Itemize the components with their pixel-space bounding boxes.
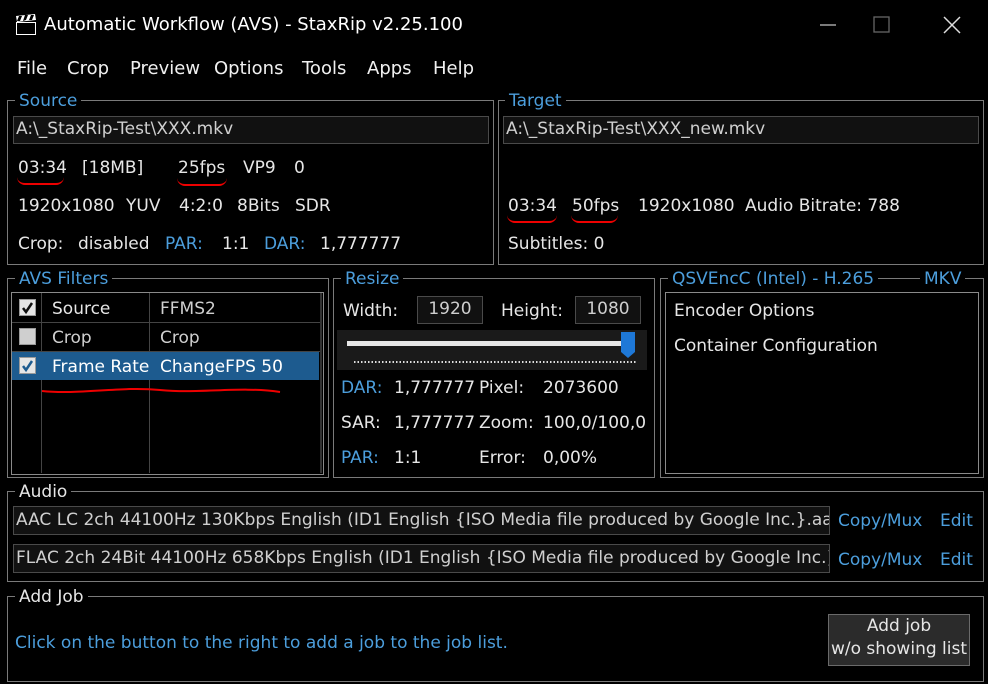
menu-options[interactable]: Options <box>214 58 283 79</box>
encoder-options-link[interactable]: Encoder Options <box>674 301 815 321</box>
target-audio-bitrate: Audio Bitrate: 788 <box>745 196 900 216</box>
pixel-label: Pixel: <box>479 378 525 398</box>
source-bitdepth: 8Bits <box>237 196 280 216</box>
height-label: Height: <box>501 301 563 321</box>
source-par-label[interactable]: PAR: <box>165 234 203 254</box>
target-fps: 50fps <box>572 196 620 216</box>
annotation-underline <box>571 215 618 223</box>
encoder-legend[interactable]: QSVEncC (Intel) - H.265 <box>668 269 879 289</box>
annotation-underline <box>41 387 281 394</box>
close-button[interactable] <box>916 0 976 50</box>
target-duration: 03:34 <box>508 196 557 216</box>
minimize-icon <box>820 24 836 26</box>
audio-track-1-edit[interactable]: Edit <box>940 511 973 531</box>
resize-slider-thumb[interactable] <box>621 332 635 358</box>
add-job-button-line1: Add job <box>866 616 932 636</box>
audio-track-2-mode[interactable]: Copy/Mux <box>838 550 922 570</box>
pixel-value: 2073600 <box>543 378 619 398</box>
source-colorspace: YUV <box>126 196 161 216</box>
audio-track-1-field[interactable]: AAC LC 2ch 44100Hz 130Kbps English (ID1 … <box>13 506 830 535</box>
source-legend[interactable]: Source <box>15 91 82 111</box>
container-configuration-link[interactable]: Container Configuration <box>674 336 878 356</box>
menu-preview[interactable]: Preview <box>130 58 200 79</box>
target-subtitles: Subtitles: 0 <box>508 234 605 254</box>
menu-crop[interactable]: Crop <box>67 58 109 79</box>
target-resolution: 1920x1080 <box>638 196 735 216</box>
source-hdr: SDR <box>295 196 331 216</box>
audio-track-2-field[interactable]: FLAC 2ch 24Bit 44100Hz 658Kbps English (… <box>13 544 830 573</box>
source-dar-label[interactable]: DAR: <box>264 234 305 254</box>
annotation-underline <box>177 178 227 186</box>
close-icon <box>943 16 961 34</box>
filters-row-divider <box>12 322 321 323</box>
maximize-icon <box>873 16 890 33</box>
resize-dar-label[interactable]: DAR: <box>341 378 382 398</box>
source-fps: 25fps <box>178 158 226 178</box>
checkmark-icon <box>22 302 34 315</box>
zoom-label: Zoom: <box>479 413 534 433</box>
filter-value-framerate[interactable]: ChangeFPS 50 <box>160 357 283 377</box>
annotation-underline <box>507 215 557 223</box>
sar-label: SAR: <box>341 413 381 433</box>
menu-apps[interactable]: Apps <box>367 58 412 79</box>
error-value: 0,00% <box>543 448 598 468</box>
source-size: [18MB] <box>82 158 144 178</box>
annotation-underline <box>17 177 64 185</box>
resize-par-label[interactable]: PAR: <box>341 448 379 468</box>
width-label: Width: <box>343 301 399 321</box>
clapperboard-icon <box>14 13 38 37</box>
checkmark-icon <box>22 360 34 373</box>
addjob-legend: Add Job <box>15 587 88 607</box>
filter-checkbox-source[interactable] <box>19 299 36 316</box>
menu-tools[interactable]: Tools <box>302 58 346 79</box>
add-job-button[interactable]: Add job w/o showing list <box>828 614 970 666</box>
source-crop-value: disabled <box>78 234 150 254</box>
filter-value-source[interactable]: FFMS2 <box>160 299 216 319</box>
filter-name-framerate[interactable]: Frame Rate <box>52 357 149 377</box>
minimize-button[interactable] <box>798 0 858 50</box>
source-codec: VP9 <box>243 158 276 178</box>
error-label: Error: <box>479 448 526 468</box>
target-path-field[interactable]: A:\_StaxRip-Test\XXX_new.mkv <box>503 116 979 144</box>
addjob-hint-link[interactable]: Click on the button to the right to add … <box>15 633 508 653</box>
source-chroma: 4:2:0 <box>179 196 223 216</box>
source-duration: 03:34 <box>18 158 67 178</box>
sar-value: 1,777777 <box>394 413 476 433</box>
menu-file[interactable]: File <box>17 58 47 79</box>
filters-legend[interactable]: AVS Filters <box>15 269 113 289</box>
audio-track-1-mode[interactable]: Copy/Mux <box>838 511 922 531</box>
audio-track-2-edit[interactable]: Edit <box>940 550 973 570</box>
resize-legend[interactable]: Resize <box>341 269 404 289</box>
filter-checkbox-framerate[interactable] <box>19 357 36 374</box>
source-path-field[interactable]: A:\_StaxRip-Test\XXX.mkv <box>13 116 489 144</box>
window-title: Automatic Workflow (AVS) - StaxRip v2.25… <box>44 14 463 35</box>
container-legend[interactable]: MKV <box>920 269 966 289</box>
audio-legend: Audio <box>15 482 72 502</box>
resize-par-value: 1:1 <box>394 448 422 468</box>
resize-slider-track <box>347 341 635 346</box>
resize-slider-ticks <box>354 361 636 363</box>
filter-value-crop[interactable]: Crop <box>160 328 200 348</box>
source-crop-label: Crop: <box>18 234 64 254</box>
filter-name-source[interactable]: Source <box>52 299 110 319</box>
filter-name-crop[interactable]: Crop <box>52 328 92 348</box>
filter-checkbox-crop[interactable] <box>19 328 36 345</box>
menu-help[interactable]: Help <box>433 58 474 79</box>
source-dar-value: 1,777777 <box>320 234 402 254</box>
source-par-value: 1:1 <box>222 234 250 254</box>
filters-scrollbar[interactable] <box>320 293 322 473</box>
maximize-button[interactable] <box>852 0 912 50</box>
add-job-button-line2: w/o showing list <box>830 639 968 659</box>
source-rotation: 0 <box>294 158 305 178</box>
resize-dar-value: 1,777777 <box>394 378 476 398</box>
target-legend[interactable]: Target <box>505 91 566 111</box>
height-input[interactable]: 1080 <box>575 296 641 324</box>
zoom-value: 100,0/100,0 <box>543 413 647 433</box>
width-input[interactable]: 1920 <box>417 296 483 324</box>
source-resolution: 1920x1080 <box>18 196 115 216</box>
